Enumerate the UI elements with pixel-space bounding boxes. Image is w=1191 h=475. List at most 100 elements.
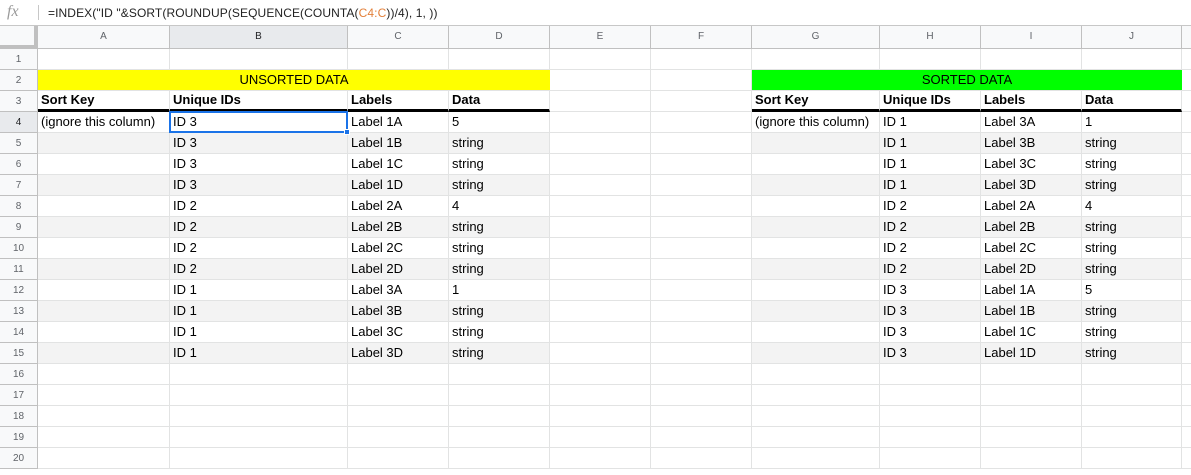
cell[interactable]: [550, 322, 651, 343]
cell[interactable]: [1082, 364, 1182, 385]
row-header-12[interactable]: 12: [0, 280, 38, 301]
column-header-h[interactable]: H: [880, 26, 981, 49]
cell[interactable]: [651, 238, 752, 259]
cell[interactable]: [550, 301, 651, 322]
cell[interactable]: [651, 112, 752, 133]
unsorted-cell[interactable]: Label 2B: [348, 217, 449, 238]
sorted-cell[interactable]: [752, 259, 880, 280]
column-header-g[interactable]: G: [752, 26, 880, 49]
cell[interactable]: [348, 364, 449, 385]
column-header-f[interactable]: F: [651, 26, 752, 49]
unsorted-cell[interactable]: string: [449, 175, 550, 196]
row-header-10[interactable]: 10: [0, 238, 38, 259]
unsorted-cell[interactable]: Label 1C: [348, 154, 449, 175]
cell[interactable]: [880, 448, 981, 469]
row-header-14[interactable]: 14: [0, 322, 38, 343]
unsorted-cell[interactable]: Label 1A: [348, 112, 449, 133]
sorted-cell[interactable]: string: [1082, 217, 1182, 238]
sorted-cell[interactable]: ID 2: [880, 217, 981, 238]
unsorted-cell[interactable]: ID 2: [170, 217, 348, 238]
sorted-cell[interactable]: ID 1: [880, 112, 981, 133]
sorted-cell[interactable]: [752, 343, 880, 364]
sorted-header-unique-ids[interactable]: Unique IDs: [880, 91, 981, 112]
cell[interactable]: [550, 406, 651, 427]
sorted-cell[interactable]: ID 1: [880, 154, 981, 175]
unsorted-cell[interactable]: Label 3C: [348, 322, 449, 343]
unsorted-cell[interactable]: Label 1B: [348, 133, 449, 154]
unsorted-cell[interactable]: [38, 133, 170, 154]
unsorted-cell[interactable]: ID 3: [170, 154, 348, 175]
cell[interactable]: [550, 448, 651, 469]
select-all-corner[interactable]: [0, 26, 38, 49]
cell[interactable]: [880, 385, 981, 406]
cell[interactable]: [651, 343, 752, 364]
cell[interactable]: [550, 49, 651, 70]
cell[interactable]: [880, 427, 981, 448]
row-header-4[interactable]: 4: [0, 112, 38, 133]
sorted-cell[interactable]: string: [1082, 301, 1182, 322]
sorted-cell[interactable]: Label 1C: [981, 322, 1082, 343]
sorted-header-sort-key[interactable]: Sort Key: [752, 91, 880, 112]
cell[interactable]: [550, 175, 651, 196]
cell[interactable]: [651, 49, 752, 70]
cell[interactable]: [170, 385, 348, 406]
unsorted-cell[interactable]: [38, 196, 170, 217]
sorted-cell[interactable]: ID 1: [880, 133, 981, 154]
cell[interactable]: [38, 427, 170, 448]
fill-handle[interactable]: [344, 129, 350, 135]
sorted-cell[interactable]: string: [1082, 175, 1182, 196]
cell[interactable]: [550, 343, 651, 364]
unsorted-cell[interactable]: 1: [449, 280, 550, 301]
unsorted-cell[interactable]: Label 3B: [348, 301, 449, 322]
sorted-cell[interactable]: string: [1082, 259, 1182, 280]
unsorted-header-labels[interactable]: Labels: [348, 91, 449, 112]
cell[interactable]: [651, 364, 752, 385]
unsorted-cell[interactable]: string: [449, 217, 550, 238]
unsorted-cell[interactable]: [38, 322, 170, 343]
unsorted-cell[interactable]: ID 3: [170, 175, 348, 196]
cell[interactable]: [880, 49, 981, 70]
cell[interactable]: [550, 70, 651, 91]
sorted-cell[interactable]: ID 3: [880, 301, 981, 322]
cell[interactable]: [550, 364, 651, 385]
cell[interactable]: [752, 49, 880, 70]
unsorted-cell[interactable]: string: [449, 343, 550, 364]
cell[interactable]: [170, 427, 348, 448]
cell[interactable]: [170, 406, 348, 427]
cell[interactable]: [550, 280, 651, 301]
sorted-cell[interactable]: [752, 280, 880, 301]
cell[interactable]: [170, 364, 348, 385]
unsorted-cell[interactable]: ID 1: [170, 343, 348, 364]
cell[interactable]: [449, 427, 550, 448]
unsorted-cell[interactable]: [38, 175, 170, 196]
cell[interactable]: [981, 49, 1082, 70]
cell[interactable]: [752, 406, 880, 427]
cell[interactable]: [651, 385, 752, 406]
unsorted-cell[interactable]: [38, 301, 170, 322]
unsorted-cell[interactable]: [38, 217, 170, 238]
column-header-d[interactable]: D: [449, 26, 550, 49]
row-header-18[interactable]: 18: [0, 406, 38, 427]
sorted-cell[interactable]: Label 2D: [981, 259, 1082, 280]
cell[interactable]: [449, 385, 550, 406]
unsorted-cell[interactable]: [38, 343, 170, 364]
unsorted-cell[interactable]: Label 3A: [348, 280, 449, 301]
formula-bar[interactable]: fx =INDEX("ID "&SORT(ROUNDUP(SEQUENCE(CO…: [0, 0, 1191, 26]
unsorted-cell[interactable]: Label 1D: [348, 175, 449, 196]
cell[interactable]: [880, 406, 981, 427]
unsorted-cell[interactable]: [38, 259, 170, 280]
sorted-cell[interactable]: [752, 133, 880, 154]
sorted-cell[interactable]: [752, 154, 880, 175]
unsorted-cell[interactable]: ID 1: [170, 301, 348, 322]
column-header-e[interactable]: E: [550, 26, 651, 49]
cell[interactable]: [981, 448, 1082, 469]
unsorted-cell[interactable]: string: [449, 322, 550, 343]
unsorted-cell[interactable]: [38, 280, 170, 301]
cell[interactable]: [981, 427, 1082, 448]
cell[interactable]: [449, 448, 550, 469]
unsorted-cell[interactable]: (ignore this column): [38, 112, 170, 133]
cell[interactable]: [550, 238, 651, 259]
sorted-cell[interactable]: string: [1082, 238, 1182, 259]
cell[interactable]: [38, 364, 170, 385]
cell[interactable]: [550, 112, 651, 133]
